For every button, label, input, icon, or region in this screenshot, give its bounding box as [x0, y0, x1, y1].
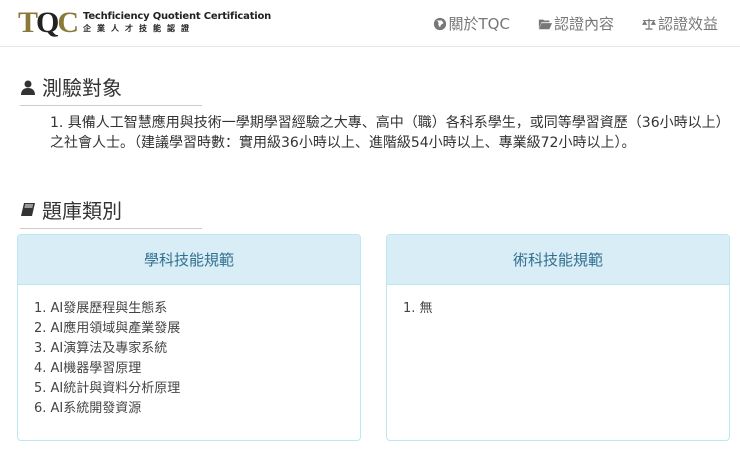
panel-practical-skills: 術科技能規範 1. 無 — [386, 234, 730, 441]
nav-label: 認證效益 — [657, 15, 718, 33]
header: TQC Techficiency Quotient Certification … — [0, 0, 740, 47]
nav-certification-content[interactable]: 認證內容 — [538, 13, 614, 34]
section-title-text: 測驗對象 — [42, 76, 122, 100]
list-item: 6. AI系統開發資源 — [34, 401, 142, 416]
folder-open-icon — [538, 19, 552, 29]
user-icon — [21, 80, 35, 95]
globe-icon — [433, 17, 446, 30]
section-title-target: 測驗對象 — [20, 72, 202, 106]
logo-chinese: 企業人才技能認證 — [83, 24, 196, 33]
book-icon — [21, 202, 35, 216]
main-nav: 關於TQC 認證內容 認證效益 — [433, 13, 718, 34]
target-item: 1. 具備人工智慧應用與技術一學期學習經驗之大專、高中（職）各科系學生，或同等學… — [50, 115, 730, 151]
target-list: 1. 具備人工智慧應用與技術一學期學習經驗之大專、高中（職）各科系學生，或同等學… — [50, 113, 730, 153]
nav-label: 關於TQC — [448, 15, 510, 33]
nav-certification-benefits[interactable]: 認證效益 — [641, 13, 718, 34]
list-item: 5. AI統計與資料分析原理 — [34, 381, 181, 396]
list-item: 1. 無 — [403, 301, 433, 316]
list-item: 3. AI演算法及專家系統 — [34, 341, 168, 356]
nav-about-tqc[interactable]: 關於TQC — [433, 13, 510, 34]
tqc-logo[interactable]: TQC Techficiency Quotient Certification … — [18, 8, 271, 38]
list-item: 2. AI應用領域與產業發展 — [34, 321, 181, 336]
nav-label: 認證內容 — [553, 15, 614, 33]
balance-scale-icon — [641, 18, 656, 30]
list-item: 1. AI發展歷程與生態系 — [34, 301, 168, 316]
logo-english: Techficiency Quotient Certification — [83, 11, 272, 22]
logo-mark: TQC — [18, 6, 79, 39]
panel-heading: 術科技能規範 — [387, 235, 729, 285]
panel-academic-skills: 學科技能規範 1. AI發展歷程與生態系 2. AI應用領域與產業發展 3. A… — [17, 234, 361, 441]
section-title-question-bank: 題庫類別 — [20, 195, 202, 229]
list-item: 4. AI機器學習原理 — [34, 361, 142, 376]
panel-heading: 學科技能規範 — [18, 235, 360, 285]
section-title-text: 題庫類別 — [42, 199, 122, 223]
